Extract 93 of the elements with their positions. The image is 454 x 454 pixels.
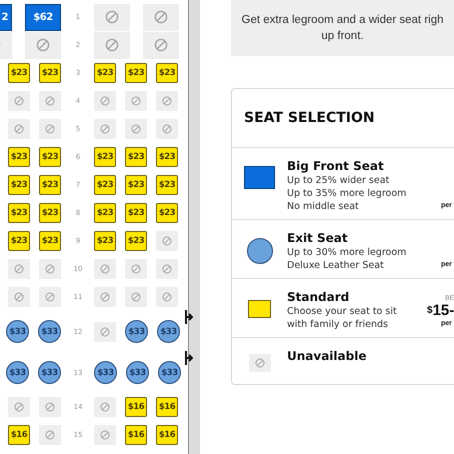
standard-seat[interactable]: $23 <box>39 203 61 223</box>
standard-seat[interactable]: $23 <box>125 147 147 167</box>
unavailable-icon <box>105 10 119 24</box>
banner-text: up front. <box>321 29 364 44</box>
unavailable-icon <box>45 264 55 274</box>
standard-seat[interactable]: $23 <box>94 63 116 83</box>
seat-type-detail: No middle seat <box>287 200 360 213</box>
unavailable-icon <box>100 430 110 440</box>
seat-type-name: Standard <box>287 289 350 305</box>
unavailable-icon <box>45 402 55 412</box>
unavailable-icon <box>154 10 168 24</box>
exit-seat[interactable]: $33 <box>158 361 181 384</box>
standard-seat[interactable]: $23 <box>8 231 30 251</box>
standard-seat[interactable]: $23 <box>94 175 116 195</box>
standard-seat[interactable]: $23 <box>39 63 61 83</box>
seat-type-detail: Choose your seat to sit <box>287 305 398 318</box>
standard-seat[interactable]: $23 <box>125 63 147 83</box>
unavailable-icon <box>162 124 172 134</box>
price-text: $^{$}$15- <box>427 302 454 320</box>
big-seat-swatch <box>244 166 275 189</box>
seat-type-detail: Up to 25% wider seat <box>287 174 390 187</box>
unavailable-icon <box>100 124 110 134</box>
unavailable-icon <box>100 96 110 106</box>
unavailable-icon <box>14 96 24 106</box>
exit-seat[interactable]: $33 <box>38 361 61 384</box>
standard-seat[interactable]: $23 <box>39 147 61 167</box>
unavailable-icon <box>162 96 172 106</box>
unavailable-icon <box>36 38 50 52</box>
unavailable-icon <box>14 402 24 412</box>
unavailable-icon <box>100 292 110 302</box>
standard-seat[interactable]: $16 <box>125 397 147 417</box>
seat-type-detail: with family or friends <box>287 318 389 331</box>
standard-seat[interactable]: $23 <box>156 63 178 83</box>
exit-seat[interactable]: $33 <box>125 320 148 343</box>
unavailable-icon <box>162 236 172 246</box>
exit-marker-icon <box>185 309 193 325</box>
unavailable-icon <box>105 38 119 52</box>
unavailable-icon <box>154 38 168 52</box>
big-front-seat[interactable]: 2 <box>0 4 12 30</box>
standard-seat[interactable]: $23 <box>39 231 61 251</box>
unavailable-icon <box>131 96 141 106</box>
standard-seat[interactable]: $23 <box>125 203 147 223</box>
standard-seat[interactable]: $23 <box>156 147 178 167</box>
seat-type-detail: Up to 35% more legroom <box>287 187 408 200</box>
standard-seat[interactable]: $23 <box>94 203 116 223</box>
seat-type-detail: Deluxe Leather Seat <box>287 259 385 272</box>
standard-seat[interactable]: $23 <box>94 231 116 251</box>
unavailable-icon <box>14 264 24 274</box>
exit-seat[interactable]: $33 <box>94 361 117 384</box>
unavailable-icon <box>131 264 141 274</box>
standard-seat[interactable]: $23 <box>94 147 116 167</box>
standard-seat[interactable]: $16 <box>125 425 147 445</box>
seat-type-detail: Up to 30% more legroom <box>287 246 408 259</box>
unavailable-icon <box>131 124 141 134</box>
unavailable-icon <box>14 124 24 134</box>
unavailable-icon <box>100 402 110 412</box>
unavailable-icon <box>100 264 110 274</box>
seat-type-name: Big Front Seat <box>287 158 385 174</box>
unavailable-icon <box>45 430 55 440</box>
exit-seat[interactable]: $33 <box>38 320 61 343</box>
exit-seat[interactable]: $33 <box>157 320 180 343</box>
seat-type-name: Unavailable <box>287 348 368 364</box>
seat-type-name: Exit Seat <box>287 230 349 246</box>
unavailable-icon <box>45 96 55 106</box>
standard-seat[interactable]: $23 <box>156 175 178 195</box>
standard-seat[interactable]: $23 <box>8 175 30 195</box>
exit-seat[interactable]: $33 <box>6 361 29 384</box>
exit-seat[interactable]: $33 <box>126 361 149 384</box>
standard-seat-swatch <box>248 300 271 318</box>
exit-seat[interactable]: $33 <box>6 320 29 343</box>
unavailable-icon <box>100 326 110 336</box>
standard-seat[interactable]: $23 <box>8 203 30 223</box>
exit-seat-swatch <box>246 238 272 264</box>
standard-seat[interactable]: $23 <box>39 175 61 195</box>
banner-text: Get extra legroom and a wider seat righ <box>242 13 444 28</box>
standard-seat[interactable]: $23 <box>8 63 30 83</box>
standard-seat[interactable]: $23 <box>156 203 178 223</box>
unavailable-icon <box>162 264 172 274</box>
unavailable-icon <box>45 124 55 134</box>
standard-seat[interactable]: $23 <box>125 175 147 195</box>
standard-seat[interactable]: $23 <box>8 147 30 167</box>
standard-seat[interactable]: $16 <box>156 425 178 445</box>
exit-marker-icon <box>185 350 193 366</box>
unavailable-icon <box>162 292 172 302</box>
big-front-seat[interactable]: $62 <box>25 4 61 30</box>
card-title: SEAT SELECTION <box>244 110 375 126</box>
unavailable-icon <box>45 292 55 302</box>
unavailable-icon <box>14 292 24 302</box>
unavailable-icon <box>131 292 141 302</box>
standard-seat[interactable]: $23 <box>125 231 147 251</box>
standard-seat[interactable]: $16 <box>156 397 178 417</box>
standard-seat[interactable]: $16 <box>8 425 30 445</box>
unavailable-icon <box>254 358 264 368</box>
